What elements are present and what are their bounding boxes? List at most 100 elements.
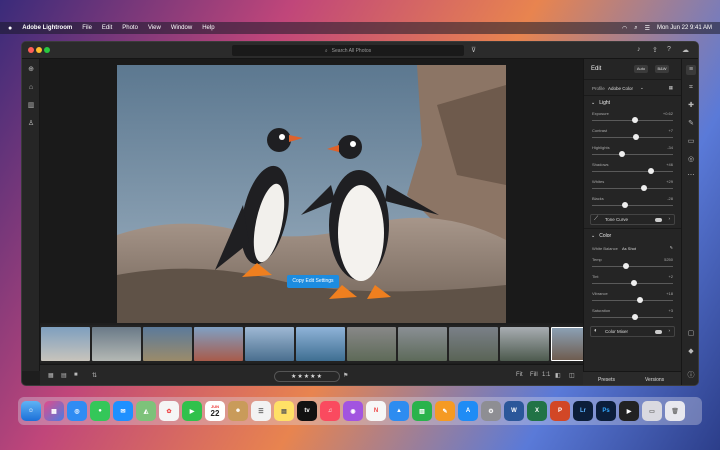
auto-button[interactable]: Auto [634, 65, 648, 73]
lightroom-icon[interactable]: Lr [573, 401, 593, 421]
slider-track[interactable] [592, 266, 673, 267]
music-icon[interactable]: ♫ [320, 401, 340, 421]
tone-curve-toggle[interactable] [655, 218, 662, 222]
maps-icon[interactable]: ◭ [136, 401, 156, 421]
filmstrip-thumb[interactable] [398, 327, 447, 361]
square-grid-icon[interactable]: ▦ [48, 372, 54, 379]
system-preferences-icon[interactable]: ⚙ [481, 401, 501, 421]
photo-grid-icon[interactable]: ▤ [61, 372, 67, 379]
copy-edit-settings-button[interactable]: Copy Edit Settings [287, 275, 339, 288]
eyedropper-icon[interactable]: ✎ [670, 245, 673, 250]
info-icon[interactable]: ⓘ [686, 371, 696, 381]
more-icon[interactable]: ⋯ [686, 171, 696, 181]
filter-icon[interactable]: ⊽ [471, 46, 476, 54]
menu-help[interactable]: Help [202, 25, 214, 31]
sort-icon[interactable]: ⇅ [92, 372, 97, 379]
slider-knob[interactable] [640, 185, 647, 191]
comment-icon[interactable]: ▢ [686, 329, 696, 339]
filmstrip-thumb[interactable] [500, 327, 549, 361]
color-section-header[interactable]: ⌄ Color [584, 228, 681, 242]
slider-vibrance[interactable]: Vibrance +18 [584, 289, 681, 306]
slider-whites[interactable]: Whites +29 [584, 177, 681, 194]
slider-shadows[interactable]: Shadows +46 [584, 160, 681, 177]
help-icon[interactable]: ? [667, 46, 671, 53]
reminders-icon[interactable]: ☰ [251, 401, 271, 421]
mail-icon[interactable]: ✉ [113, 401, 133, 421]
downloads-icon[interactable]: ▭ [642, 401, 662, 421]
before-after-icon[interactable]: ◧ [555, 372, 561, 379]
control-center-icon[interactable]: ☰ [645, 25, 650, 32]
final-cut-icon[interactable]: ▶ [619, 401, 639, 421]
slider-knob[interactable] [631, 314, 638, 320]
notifications-icon[interactable]: ♪ [637, 46, 641, 53]
slider-track[interactable] [592, 188, 673, 189]
healing-icon[interactable]: ✚ [686, 101, 696, 111]
menu-clock[interactable]: Mon Jun 22 9:41 AM [657, 25, 712, 31]
numbers-icon[interactable]: ▥ [412, 401, 432, 421]
share-icon[interactable]: ⇪ [652, 46, 658, 54]
versions-button[interactable]: Versions [645, 377, 664, 383]
zoom-fill[interactable]: Fill [530, 372, 538, 378]
crop-icon[interactable]: ⌗ [686, 83, 696, 93]
apple-tv-icon[interactable]: tv [297, 401, 317, 421]
word-icon[interactable]: W [504, 401, 524, 421]
slider-track[interactable] [592, 154, 673, 155]
slider-knob[interactable] [630, 280, 637, 286]
detail-view-icon[interactable]: ■ [74, 372, 78, 378]
search-input[interactable]: ⌕ Search All Photos [232, 45, 464, 56]
home-icon[interactable]: ⌂ [26, 83, 36, 93]
menu-view[interactable]: View [148, 25, 161, 31]
menu-edit[interactable]: Edit [102, 25, 112, 31]
search-icon[interactable]: ⌕ [634, 25, 637, 32]
brush-icon[interactable]: ✎ [686, 119, 696, 129]
filmstrip-thumb[interactable] [194, 327, 243, 361]
gradient-icon[interactable]: ▭ [686, 137, 696, 147]
slider-track[interactable] [592, 205, 673, 206]
white-balance-dropdown[interactable]: As Shot [622, 246, 636, 251]
slider-exposure[interactable]: Exposure +0.62 [584, 109, 681, 126]
close-window-button[interactable] [28, 47, 34, 53]
powerpoint-icon[interactable]: P [550, 401, 570, 421]
slider-contrast[interactable]: Contrast +7 [584, 126, 681, 143]
main-photo[interactable]: Copy Edit Settings [117, 65, 506, 323]
news-icon[interactable]: N [366, 401, 386, 421]
slider-saturation[interactable]: Saturation +3 [584, 306, 681, 323]
star-rating[interactable]: ★★★★★ [274, 371, 340, 382]
library-icon[interactable]: ▥ [26, 101, 36, 111]
slider-knob[interactable] [637, 297, 644, 303]
messages-icon[interactable]: ● [90, 401, 110, 421]
photos-icon[interactable]: ✿ [159, 401, 179, 421]
notes-icon[interactable]: ▤ [274, 401, 294, 421]
cloud-sync-icon[interactable]: ☁ [682, 46, 689, 54]
zoom-1to1[interactable]: 1:1 [542, 372, 550, 378]
filmstrip-thumb[interactable] [245, 327, 294, 361]
excel-icon[interactable]: X [527, 401, 547, 421]
slider-knob[interactable] [631, 117, 638, 123]
filmstrip-thumb[interactable] [296, 327, 345, 361]
calendar-icon[interactable]: JUN 22 [205, 401, 225, 421]
facetime-icon[interactable]: ▶ [182, 401, 202, 421]
zoom-fit[interactable]: Fit [516, 372, 523, 378]
pages-icon[interactable]: ✎ [435, 401, 455, 421]
menu-file[interactable]: File [82, 25, 92, 31]
slider-knob[interactable] [618, 151, 625, 157]
edit-sliders-icon[interactable]: ≡ [686, 65, 696, 75]
slider-knob[interactable] [633, 134, 640, 140]
light-section-header[interactable]: ⌄ Light [584, 95, 681, 109]
slider-highlights[interactable]: Highlights -34 [584, 143, 681, 160]
slider-knob[interactable] [623, 263, 630, 269]
filmstrip-thumb[interactable] [92, 327, 141, 361]
slider-tint[interactable]: Tint +2 [584, 272, 681, 289]
tag-icon[interactable]: ◆ [686, 347, 696, 357]
menu-photo[interactable]: Photo [122, 25, 138, 31]
add-photos-icon[interactable]: ⊕ [26, 65, 36, 75]
slider-temp[interactable]: Temp 5250 [584, 255, 681, 272]
slider-blacks[interactable]: Blacks -28 [584, 194, 681, 211]
trash-icon[interactable]: 🗑 [665, 401, 685, 421]
slider-knob[interactable] [648, 168, 655, 174]
photoshop-icon[interactable]: Ps [596, 401, 616, 421]
wifi-icon[interactable]: ◠ [622, 25, 627, 32]
color-mixer-button[interactable]: ◐ Color Mixer › [590, 326, 675, 337]
color-mixer-toggle[interactable] [655, 330, 662, 334]
apple-menu-icon[interactable]: ● [8, 25, 12, 32]
